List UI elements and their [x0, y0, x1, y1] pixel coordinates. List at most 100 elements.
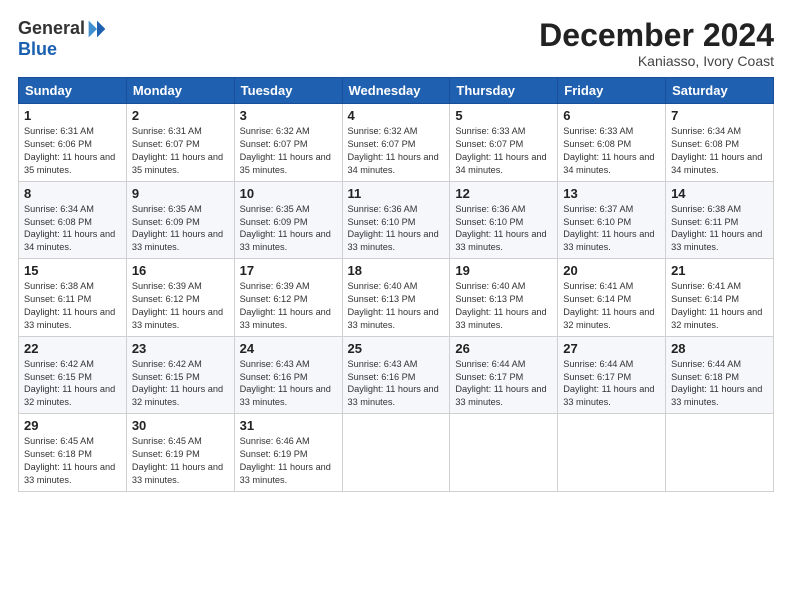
day-detail: Sunrise: 6:44 AMSunset: 6:17 PMDaylight:… [563, 359, 654, 408]
calendar-cell: 8Sunrise: 6:34 AMSunset: 6:08 PMDaylight… [19, 181, 127, 259]
day-number: 20 [563, 263, 660, 278]
calendar-cell: 5Sunrise: 6:33 AMSunset: 6:07 PMDaylight… [450, 104, 558, 182]
weekday-header: Saturday [666, 78, 774, 104]
day-number: 23 [132, 341, 229, 356]
calendar-week-row: 1Sunrise: 6:31 AMSunset: 6:06 PMDaylight… [19, 104, 774, 182]
weekday-header: Wednesday [342, 78, 450, 104]
calendar-header-row: SundayMondayTuesdayWednesdayThursdayFrid… [19, 78, 774, 104]
logo-blue-text: Blue [18, 39, 57, 60]
page: General Blue December 2024 Kaniasso, Ivo… [0, 0, 792, 612]
calendar-week-row: 29Sunrise: 6:45 AMSunset: 6:18 PMDayligh… [19, 414, 774, 492]
month-title: December 2024 [539, 18, 774, 53]
calendar-cell: 2 Sunrise: 6:31 AMSunset: 6:07 PMDaylight… [126, 104, 234, 182]
header: General Blue December 2024 Kaniasso, Ivo… [18, 18, 774, 69]
logo-general-text: General [18, 18, 85, 39]
day-number: 14 [671, 186, 768, 201]
calendar-cell: 23 Sunrise: 6:42 AMSunset: 6:15 PMDayligh… [126, 336, 234, 414]
day-detail: Sunrise: 6:35 AMSunset: 6:09 PMDaylight:… [240, 204, 331, 253]
calendar-cell: 17 Sunrise: 6:39 AMSunset: 6:12 PMDayligh… [234, 259, 342, 337]
day-number: 2 [132, 108, 229, 123]
day-detail: Sunrise: 6:45 AMSunset: 6:19 PMDaylight:… [132, 436, 223, 485]
calendar-cell: 29Sunrise: 6:45 AMSunset: 6:18 PMDayligh… [19, 414, 127, 492]
calendar-cell [666, 414, 774, 492]
day-detail: Sunrise: 6:44 AMSunset: 6:17 PMDaylight:… [455, 359, 546, 408]
day-detail: Sunrise: 6:38 AMSunset: 6:11 PMDaylight:… [24, 281, 115, 330]
calendar-cell: 15 Sunrise: 6:38 AMSunset: 6:11 PMDayligh… [19, 259, 127, 337]
day-detail: Sunrise: 6:38 AMSunset: 6:11 PMDaylight:… [671, 204, 762, 253]
day-number: 18 [348, 263, 445, 278]
day-number: 30 [132, 418, 229, 433]
calendar-cell: 10 Sunrise: 6:35 AMSunset: 6:09 PMDayligh… [234, 181, 342, 259]
calendar-week-row: 15 Sunrise: 6:38 AMSunset: 6:11 PMDayligh… [19, 259, 774, 337]
day-number: 5 [455, 108, 552, 123]
day-detail: Sunrise: 6:44 AMSunset: 6:18 PMDaylight:… [671, 359, 762, 408]
calendar-week-row: 8Sunrise: 6:34 AMSunset: 6:08 PMDaylight… [19, 181, 774, 259]
day-detail: Sunrise: 6:39 AMSunset: 6:12 PMDaylight:… [240, 281, 331, 330]
day-number: 24 [240, 341, 337, 356]
day-detail: Sunrise: 6:39 AMSunset: 6:12 PMDaylight:… [132, 281, 223, 330]
logo-icon [87, 19, 107, 39]
location-title: Kaniasso, Ivory Coast [539, 53, 774, 69]
calendar-cell: 6Sunrise: 6:33 AMSunset: 6:08 PMDaylight… [558, 104, 666, 182]
day-detail: Sunrise: 6:31 AMSunset: 6:07 PMDaylight:… [132, 126, 223, 175]
day-number: 15 [24, 263, 121, 278]
day-detail: Sunrise: 6:43 AMSunset: 6:16 PMDaylight:… [348, 359, 439, 408]
day-detail: Sunrise: 6:34 AMSunset: 6:08 PMDaylight:… [671, 126, 762, 175]
day-detail: Sunrise: 6:32 AMSunset: 6:07 PMDaylight:… [240, 126, 331, 175]
day-number: 10 [240, 186, 337, 201]
day-number: 7 [671, 108, 768, 123]
day-number: 25 [348, 341, 445, 356]
day-detail: Sunrise: 6:45 AMSunset: 6:18 PMDaylight:… [24, 436, 115, 485]
day-detail: Sunrise: 6:42 AMSunset: 6:15 PMDaylight:… [132, 359, 223, 408]
calendar-cell: 11 Sunrise: 6:36 AMSunset: 6:10 PMDayligh… [342, 181, 450, 259]
calendar-cell: 31Sunrise: 6:46 AMSunset: 6:19 PMDayligh… [234, 414, 342, 492]
day-number: 21 [671, 263, 768, 278]
weekday-header: Friday [558, 78, 666, 104]
day-detail: Sunrise: 6:37 AMSunset: 6:10 PMDaylight:… [563, 204, 654, 253]
day-number: 6 [563, 108, 660, 123]
day-number: 17 [240, 263, 337, 278]
calendar-cell: 7 Sunrise: 6:34 AMSunset: 6:08 PMDaylight… [666, 104, 774, 182]
day-detail: Sunrise: 6:35 AMSunset: 6:09 PMDaylight:… [132, 204, 223, 253]
weekday-header: Thursday [450, 78, 558, 104]
day-number: 3 [240, 108, 337, 123]
calendar-cell: 1Sunrise: 6:31 AMSunset: 6:06 PMDaylight… [19, 104, 127, 182]
day-number: 31 [240, 418, 337, 433]
day-detail: Sunrise: 6:36 AMSunset: 6:10 PMDaylight:… [348, 204, 439, 253]
calendar-cell [342, 414, 450, 492]
day-detail: Sunrise: 6:41 AMSunset: 6:14 PMDaylight:… [563, 281, 654, 330]
day-number: 12 [455, 186, 552, 201]
day-number: 28 [671, 341, 768, 356]
day-number: 11 [348, 186, 445, 201]
day-number: 27 [563, 341, 660, 356]
title-section: December 2024 Kaniasso, Ivory Coast [539, 18, 774, 69]
weekday-header: Sunday [19, 78, 127, 104]
calendar-cell: 18Sunrise: 6:40 AMSunset: 6:13 PMDayligh… [342, 259, 450, 337]
day-detail: Sunrise: 6:43 AMSunset: 6:16 PMDaylight:… [240, 359, 331, 408]
calendar-cell: 19 Sunrise: 6:40 AMSunset: 6:13 PMDayligh… [450, 259, 558, 337]
day-number: 19 [455, 263, 552, 278]
calendar-cell: 27 Sunrise: 6:44 AMSunset: 6:17 PMDayligh… [558, 336, 666, 414]
calendar-cell: 12 Sunrise: 6:36 AMSunset: 6:10 PMDayligh… [450, 181, 558, 259]
day-detail: Sunrise: 6:40 AMSunset: 6:13 PMDaylight:… [455, 281, 546, 330]
day-detail: Sunrise: 6:32 AMSunset: 6:07 PMDaylight:… [348, 126, 439, 175]
calendar-cell: 3 Sunrise: 6:32 AMSunset: 6:07 PMDaylight… [234, 104, 342, 182]
calendar-cell: 30 Sunrise: 6:45 AMSunset: 6:19 PMDayligh… [126, 414, 234, 492]
calendar-cell: 26Sunrise: 6:44 AMSunset: 6:17 PMDayligh… [450, 336, 558, 414]
calendar-cell: 21 Sunrise: 6:41 AMSunset: 6:14 PMDayligh… [666, 259, 774, 337]
calendar-cell: 25 Sunrise: 6:43 AMSunset: 6:16 PMDayligh… [342, 336, 450, 414]
calendar-table: SundayMondayTuesdayWednesdayThursdayFrid… [18, 77, 774, 492]
calendar-cell: 4 Sunrise: 6:32 AMSunset: 6:07 PMDaylight… [342, 104, 450, 182]
calendar-cell [558, 414, 666, 492]
day-detail: Sunrise: 6:36 AMSunset: 6:10 PMDaylight:… [455, 204, 546, 253]
calendar-week-row: 22Sunrise: 6:42 AMSunset: 6:15 PMDayligh… [19, 336, 774, 414]
calendar-cell: 9Sunrise: 6:35 AMSunset: 6:09 PMDaylight… [126, 181, 234, 259]
calendar-cell: 13Sunrise: 6:37 AMSunset: 6:10 PMDayligh… [558, 181, 666, 259]
calendar-cell: 22Sunrise: 6:42 AMSunset: 6:15 PMDayligh… [19, 336, 127, 414]
day-detail: Sunrise: 6:31 AMSunset: 6:06 PMDaylight:… [24, 126, 115, 175]
day-number: 16 [132, 263, 229, 278]
day-detail: Sunrise: 6:41 AMSunset: 6:14 PMDaylight:… [671, 281, 762, 330]
day-number: 4 [348, 108, 445, 123]
calendar-cell: 16 Sunrise: 6:39 AMSunset: 6:12 PMDayligh… [126, 259, 234, 337]
calendar-cell: 14 Sunrise: 6:38 AMSunset: 6:11 PMDayligh… [666, 181, 774, 259]
